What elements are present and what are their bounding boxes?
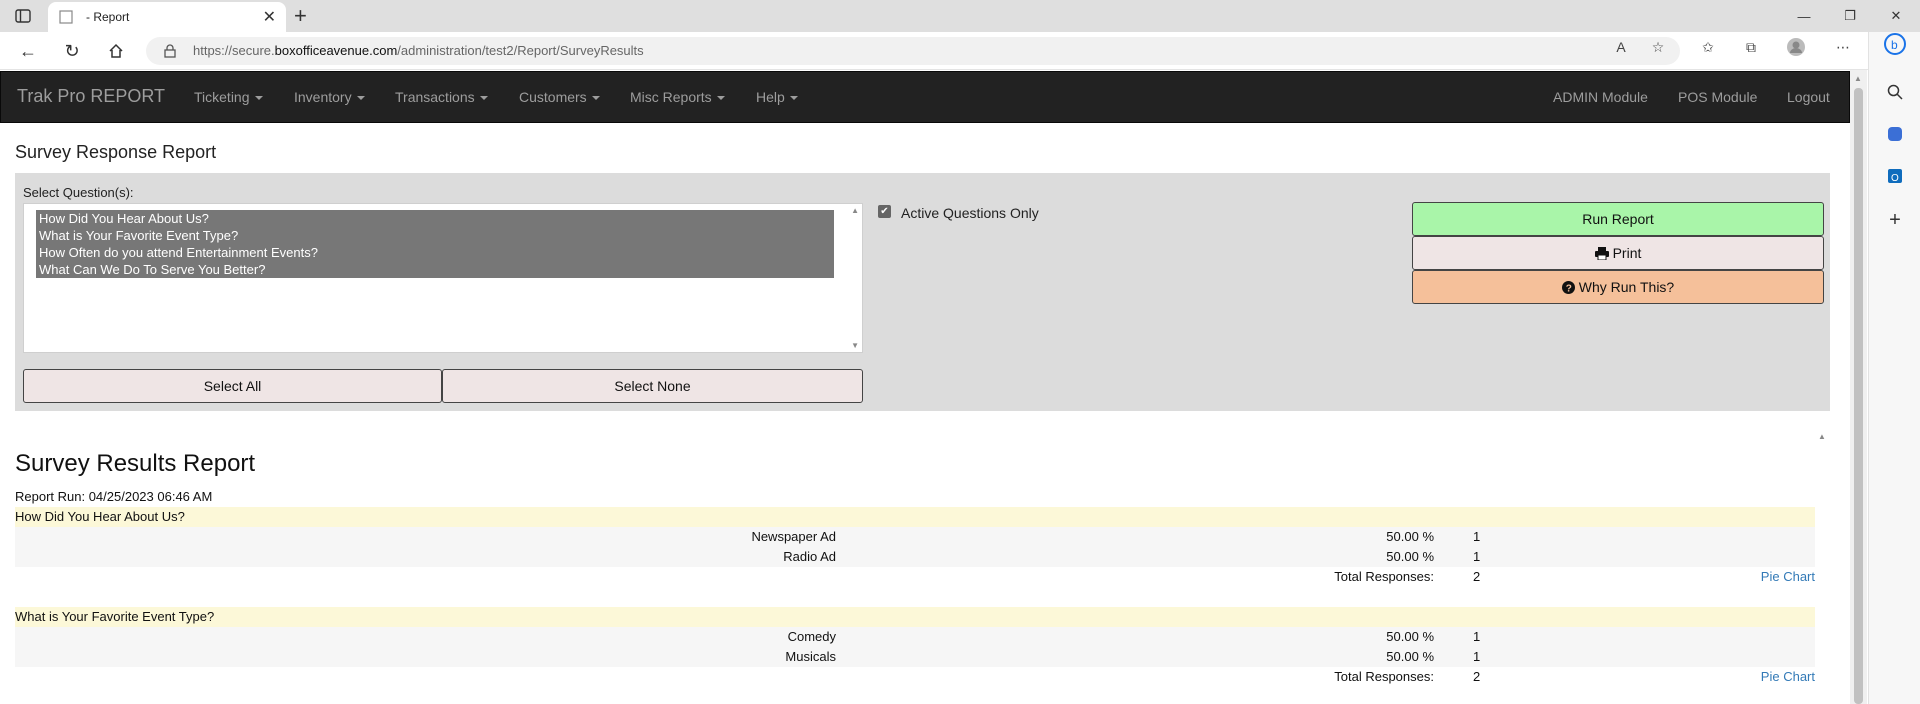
nav-logout[interactable]: Logout — [1787, 89, 1830, 105]
browser-tab[interactable]: - Report ✕ — [48, 2, 286, 32]
select-all-button[interactable]: Select All — [23, 369, 442, 403]
tab-title: - Report — [86, 10, 130, 24]
svg-text:?: ? — [1566, 283, 1572, 294]
new-tab-icon[interactable]: + — [294, 4, 307, 28]
question-option[interactable]: What is Your Favorite Event Type? — [36, 227, 834, 244]
report-run-timestamp: Report Run: 04/25/2023 06:46 AM — [15, 489, 213, 504]
filter-panel: Select Question(s): How Did You Hear Abo… — [15, 173, 1830, 411]
results-title: Survey Results Report — [15, 450, 256, 477]
page-scrollbar[interactable]: ▲ — [1850, 70, 1867, 704]
results-scroll-up-icon[interactable]: ▲ — [1818, 432, 1826, 441]
svg-text:b: b — [1891, 38, 1898, 52]
outlook-icon[interactable]: O — [1883, 164, 1907, 188]
select-questions-label: Select Question(s): — [23, 185, 134, 200]
minimize-icon[interactable]: ― — [1782, 0, 1826, 32]
svg-text:O: O — [1891, 173, 1899, 184]
bing-chat-icon[interactable]: b — [1883, 32, 1907, 56]
collections-icon[interactable]: ⧉ — [1740, 38, 1762, 56]
listbox-scroll-up-icon[interactable]: ▲ — [851, 206, 859, 215]
address-bar[interactable]: https://secure.boxofficeavenue.com/admin… — [146, 37, 1680, 65]
read-aloud-icon[interactable]: A — [1610, 38, 1632, 56]
menu-help[interactable]: Help — [756, 89, 798, 105]
caret-down-icon — [716, 96, 725, 101]
url-text: https://secure.boxofficeavenue.com/admin… — [193, 43, 644, 58]
answer-row: Musicals 50.00 % 1 — [15, 647, 1815, 667]
browser-toolbar: ← ↻ https://secure.boxofficeavenue.com/a… — [0, 32, 1920, 70]
scrollbar-thumb[interactable] — [1854, 88, 1863, 704]
menu-customers[interactable]: Customers — [519, 89, 600, 105]
caret-down-icon — [591, 96, 600, 101]
menu-transactions[interactable]: Transactions — [395, 89, 488, 105]
more-options-icon[interactable]: ⋯ — [1832, 38, 1854, 56]
caret-down-icon — [479, 96, 488, 101]
printer-icon — [1594, 246, 1609, 260]
tab-actions-icon[interactable] — [10, 6, 36, 26]
select-none-button[interactable]: Select None — [442, 369, 863, 403]
question-option[interactable]: What Can We Do To Serve You Better? — [36, 261, 834, 278]
app-brand[interactable]: Trak Pro REPORT — [17, 86, 165, 107]
question-option[interactable]: How Did You Hear About Us? — [36, 210, 834, 227]
menu-misc-reports[interactable]: Misc Reports — [630, 89, 725, 105]
questions-listbox[interactable]: How Did You Hear About Us? What is Your … — [23, 203, 863, 353]
close-tab-icon[interactable]: ✕ — [263, 7, 276, 27]
question-header: What is Your Favorite Event Type? — [15, 607, 1815, 627]
home-icon[interactable] — [102, 38, 130, 64]
pie-chart-link[interactable]: Pie Chart — [1761, 567, 1815, 587]
restore-icon[interactable]: ❐ — [1828, 0, 1872, 32]
page-favicon-icon — [59, 10, 73, 24]
search-icon[interactable] — [1883, 80, 1907, 104]
close-window-icon[interactable]: ✕ — [1874, 0, 1918, 32]
caret-down-icon — [254, 96, 263, 101]
back-icon[interactable]: ← — [14, 38, 42, 64]
caret-down-icon — [356, 96, 365, 101]
browser-tab-bar: - Report ✕ + ― ❐ ✕ — [0, 0, 1920, 32]
print-button[interactable]: Print — [1412, 236, 1824, 270]
why-run-button[interactable]: ? Why Run This? — [1412, 270, 1824, 304]
page-title: Survey Response Report — [15, 142, 217, 162]
total-row: Total Responses: 2 Pie Chart — [15, 567, 1815, 587]
run-report-button[interactable]: Run Report — [1412, 202, 1824, 236]
favorite-star-icon[interactable]: ☆ — [1647, 38, 1669, 56]
total-row: Total Responses: 2 Pie Chart — [15, 667, 1815, 687]
answer-row: Comedy 50.00 % 1 — [15, 627, 1815, 647]
answer-row: Newspaper Ad 50.00 % 1 — [15, 527, 1815, 547]
listbox-scroll-down-icon[interactable]: ▼ — [851, 341, 859, 350]
active-only-checkbox[interactable]: ✔ — [878, 205, 891, 218]
question-option[interactable]: How Often do you attend Entertainment Ev… — [36, 244, 834, 261]
shopping-icon[interactable] — [1883, 122, 1907, 146]
edge-sidebar: b O + — [1868, 32, 1920, 704]
favorites-icon[interactable]: ✩ — [1697, 38, 1719, 56]
question-header: How Did You Hear About Us? — [15, 507, 1815, 527]
lock-icon — [164, 44, 176, 58]
pie-chart-link[interactable]: Pie Chart — [1761, 667, 1815, 687]
add-sidebar-icon[interactable]: + — [1883, 208, 1907, 232]
caret-down-icon — [789, 96, 798, 101]
answer-row: Radio Ad 50.00 % 1 — [15, 547, 1815, 567]
nav-admin-module[interactable]: ADMIN Module — [1553, 89, 1648, 105]
profile-avatar-icon[interactable] — [1785, 38, 1807, 56]
menu-inventory[interactable]: Inventory — [294, 89, 365, 105]
menu-ticketing[interactable]: Ticketing — [194, 89, 263, 105]
active-only-label: Active Questions Only — [901, 205, 1039, 221]
refresh-icon[interactable]: ↻ — [58, 38, 86, 64]
app-navbar: Trak Pro REPORT Ticketing Inventory Tran… — [0, 71, 1850, 123]
nav-pos-module[interactable]: POS Module — [1678, 89, 1757, 105]
question-circle-icon: ? — [1561, 280, 1575, 294]
